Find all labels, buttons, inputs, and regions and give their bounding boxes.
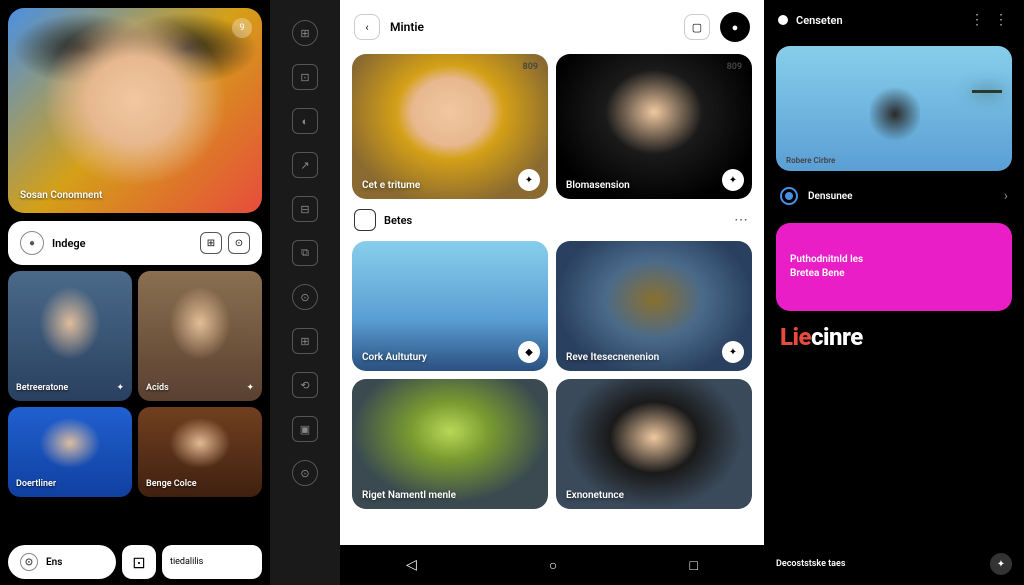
rail-icon-0[interactable]: ⊞	[292, 20, 318, 46]
action-button[interactable]: ●	[720, 12, 750, 42]
card-label: Riget Namentl menle	[362, 490, 456, 501]
nav-label: Ens	[46, 557, 62, 568]
hero-card[interactable]: 9 Sosan Conomnent	[8, 8, 262, 213]
nav-link[interactable]: ⊙Ens	[8, 545, 116, 579]
rail-icon-7[interactable]: ⊞	[292, 328, 318, 354]
camera-icon[interactable]: ⊙	[228, 232, 250, 254]
nav-extra-label: tiedalilis	[170, 557, 203, 567]
play-icon[interactable]: ✦	[722, 169, 744, 191]
rail-icon-10[interactable]: ⊙	[292, 460, 318, 486]
nav-recent-icon[interactable]: □	[689, 557, 697, 574]
sub-icon[interactable]	[354, 209, 376, 231]
list-label: Densunee	[808, 191, 994, 202]
spark-icon: ✦	[116, 383, 124, 393]
nav-square[interactable]: ⊡	[122, 545, 156, 579]
panel-title: Censeten	[796, 14, 962, 27]
section-title: Indege	[52, 237, 192, 250]
nav-back-icon[interactable]: ◁	[406, 557, 417, 573]
radio-icon	[780, 187, 798, 205]
footer-label: Decoststske taes	[776, 559, 982, 569]
grid-icon[interactable]: ⊞	[200, 232, 222, 254]
thumb-2[interactable]: Acids ✦	[138, 271, 262, 401]
nav-extra[interactable]: tiedalilis	[162, 545, 262, 579]
rail-icon-1[interactable]: ⊡	[292, 64, 318, 90]
card-4[interactable]: Reve Itesecnenenion ✦	[556, 241, 752, 371]
chevron-right-icon: ›	[1004, 188, 1008, 204]
card-count: 809	[727, 62, 742, 72]
nav-home-icon[interactable]: ○	[549, 557, 557, 574]
dot-icon: ●	[20, 231, 44, 255]
rail-icon-6[interactable]: ⊙	[292, 284, 318, 310]
card-label: Reve Itesecnenenion	[566, 352, 659, 363]
rail-icon-4[interactable]: ⊟	[292, 196, 318, 222]
rail-icon-5[interactable]: ⧉	[292, 240, 318, 266]
card-5[interactable]: Riget Namentl menle	[352, 379, 548, 509]
sub-label: Betes	[384, 214, 726, 227]
card-label: Cet e tritume	[362, 180, 420, 191]
promo-card[interactable]: Puthodnitnld les Bretea Bene	[776, 223, 1012, 311]
thumb-4[interactable]: Benge Colce	[138, 407, 262, 497]
hero-label: Sosan Conomnent	[20, 190, 102, 201]
card-label: Exnonetunce	[566, 490, 624, 501]
back-icon[interactable]: ‹	[354, 14, 380, 40]
feature-card[interactable]: Robere Cirbre	[776, 46, 1012, 171]
list-item-1[interactable]: Densunee ›	[764, 177, 1024, 215]
more-icon[interactable]: ⋮	[970, 12, 986, 28]
card-label: Blomasension	[566, 180, 630, 191]
card-1[interactable]: 809 Cet e tritume ✦	[352, 54, 548, 199]
card-6[interactable]: Exnonetunce	[556, 379, 752, 509]
thumb-1[interactable]: Betreeratone ✦	[8, 271, 132, 401]
section-bar: ● Indege ⊞ ⊙	[8, 221, 262, 265]
promo-line-2: Bretea Bene	[790, 267, 998, 281]
hero-badge: 9	[232, 18, 252, 38]
thumb-3[interactable]: Doertliner	[8, 407, 132, 497]
action-icon[interactable]: ✦	[722, 341, 744, 363]
page-title: Mintie	[390, 20, 674, 34]
footer-icon[interactable]: ✦	[990, 553, 1012, 575]
more-icon-2[interactable]: ⋮	[994, 12, 1010, 28]
more-icon[interactable]: ⋯	[734, 212, 750, 228]
card-label: Cork Aultutury	[362, 352, 427, 363]
brand-logo: Liecinre	[780, 323, 1008, 351]
action-icon[interactable]: ◆	[518, 341, 540, 363]
thumb-label: Doertliner	[16, 479, 56, 489]
rail-icon-2[interactable]: ◐	[292, 108, 318, 134]
promo-line-1: Puthodnitnld les	[790, 253, 998, 267]
card-2[interactable]: 809 Blomasension ✦	[556, 54, 752, 199]
rail-icon-9[interactable]: ▣	[292, 416, 318, 442]
card-3[interactable]: Cork Aultutury ◆	[352, 241, 548, 371]
spark-icon: ✦	[246, 383, 254, 393]
square-icon[interactable]: ▢	[684, 14, 710, 40]
card-count: 809	[523, 62, 538, 72]
thumb-label: Acids	[146, 383, 169, 393]
thumb-label: Betreeratone	[16, 383, 68, 393]
dot-icon	[778, 15, 788, 25]
rail-icon-8[interactable]: ⟲	[292, 372, 318, 398]
rail-icon-3[interactable]: ↗	[292, 152, 318, 178]
thumb-label: Benge Colce	[146, 479, 197, 489]
feature-label: Robere Cirbre	[786, 156, 835, 165]
play-icon[interactable]: ✦	[518, 169, 540, 191]
